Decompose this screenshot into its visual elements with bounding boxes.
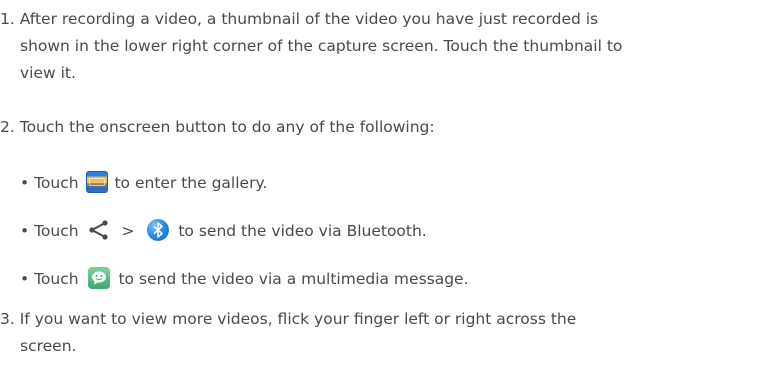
bullet-marker: •: [20, 174, 30, 192]
bullet-before: Touch: [34, 174, 79, 192]
step-number: 1.: [0, 10, 15, 28]
bullet-before: Touch: [34, 270, 79, 288]
share-icon: [88, 219, 110, 241]
step-number: 2.: [0, 118, 15, 136]
bullet-before: Touch: [34, 222, 79, 240]
separator: >: [121, 222, 135, 240]
step-text: Touch the onscreen button to do any of t…: [19, 118, 435, 136]
message-icon: [87, 266, 110, 289]
step-2: 2. Touch the onscreen button to do any o…: [0, 114, 755, 141]
bullet-marker: •: [20, 222, 30, 240]
bullet-bluetooth: • Touch > to send the video via Bluetoot…: [20, 218, 750, 245]
step-3: 3. If you want to view more videos, flic…: [0, 306, 755, 360]
bullet-after: to send the video via a multimedia messa…: [118, 270, 469, 288]
step-1: 1. After recording a video, a thumbnail …: [0, 6, 755, 87]
step-text-cont: screen.: [20, 337, 77, 355]
step-text: After recording a video, a thumbnail of …: [19, 10, 599, 28]
step-text-cont: shown in the lower right corner of the c…: [20, 37, 623, 55]
step-text: If you want to view more videos, flick y…: [19, 310, 577, 328]
bullet-gallery: • Touch to enter the gallery.: [20, 170, 750, 197]
bullet-message: • Touch to send the video via a multimed…: [20, 266, 750, 293]
gallery-icon: [85, 170, 108, 193]
step-number: 3.: [0, 310, 15, 328]
bluetooth-icon: [147, 218, 170, 241]
bullet-after: to enter the gallery.: [114, 174, 268, 192]
step-text-cont: view it.: [20, 64, 76, 82]
bullet-after: to send the video via Bluetooth.: [178, 222, 427, 240]
bullet-marker: •: [20, 270, 30, 288]
